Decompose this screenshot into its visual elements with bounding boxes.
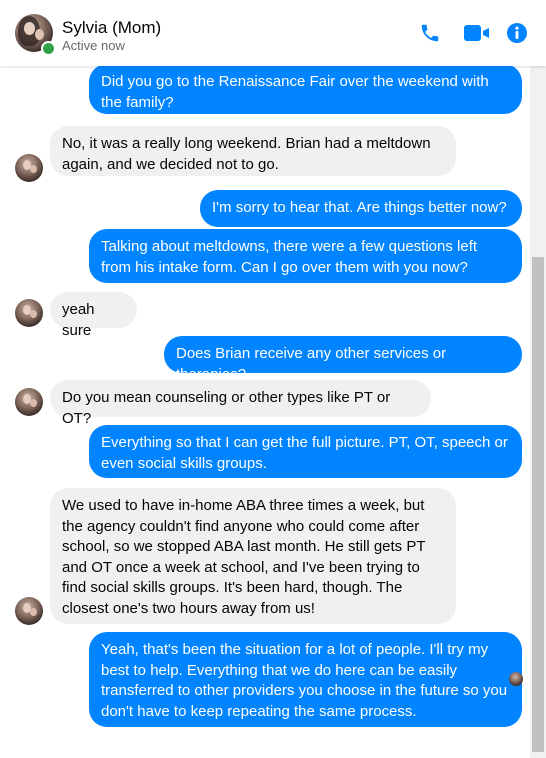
seen-receipt-avatar [509,672,523,686]
contact-status: Active now [62,38,125,53]
incoming-message[interactable]: No, it was a really long weekend. Brian … [50,126,456,176]
conversation-info-button[interactable] [504,20,530,46]
info-icon [507,23,527,43]
contact-name[interactable]: Sylvia (Mom) [62,18,161,38]
outgoing-message[interactable]: Yeah, that's been the situation for a lo… [89,632,522,727]
active-status-dot [41,41,56,56]
phone-call-button[interactable] [417,20,443,46]
incoming-message[interactable]: Do you mean counseling or other types li… [50,380,431,427]
outgoing-message[interactable]: Everything so that I can get the full pi… [89,425,522,478]
messenger-chat-window: Sylvia (Mom) Active now Did you go to th… [0,0,546,758]
video-camera-icon [464,25,489,41]
incoming-message[interactable]: We used to have in-home ABA three times … [50,488,456,624]
contact-mini-avatar [15,388,43,416]
video-call-button[interactable] [463,20,493,46]
outgoing-message[interactable]: Talking about meltdowns, there were a fe… [89,229,522,283]
outgoing-message[interactable]: Does Brian receive any other services or… [164,336,522,383]
message-list: Did you go to the Renaissance Fair over … [0,66,530,758]
contact-mini-avatar [15,299,43,327]
outgoing-message[interactable]: Did you go to the Renaissance Fair over … [89,66,522,114]
incoming-message[interactable]: yeah sure [50,292,137,339]
chat-header: Sylvia (Mom) Active now [0,0,546,66]
contact-mini-avatar [15,597,43,625]
outgoing-message[interactable]: I'm sorry to hear that. Are things bette… [200,190,522,227]
contact-mini-avatar [15,154,43,182]
scrollbar-thumb[interactable] [532,257,544,752]
phone-icon [421,24,439,42]
